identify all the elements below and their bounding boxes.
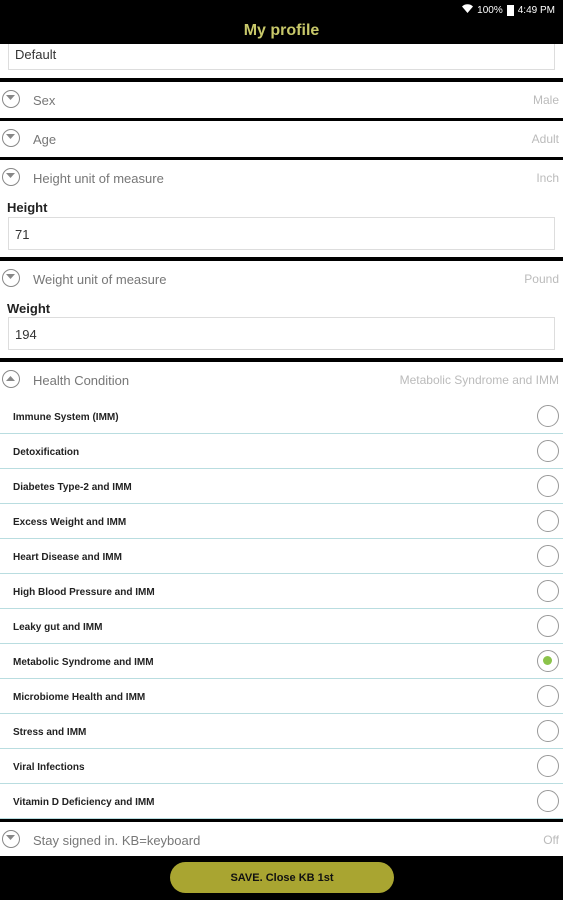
height-label: Height bbox=[7, 200, 48, 215]
battery-icon bbox=[506, 4, 514, 16]
height-card: Height unit of measure Inch Height 71 bbox=[0, 160, 563, 257]
health-option-row[interactable]: Microbiome Health and IMM bbox=[0, 680, 563, 714]
weight-unit-row[interactable]: Weight unit of measure Pound bbox=[0, 261, 563, 299]
radio-button[interactable] bbox=[537, 685, 559, 707]
health-condition-label: Health Condition bbox=[33, 373, 130, 388]
health-option-row[interactable]: Viral Infections bbox=[0, 750, 563, 784]
status-bar: 100% 4:49 PM bbox=[0, 0, 563, 18]
health-option-row[interactable]: Stress and IMM bbox=[0, 715, 563, 749]
radio-button[interactable] bbox=[537, 405, 559, 427]
health-option-label: Diabetes Type-2 and IMM bbox=[13, 482, 132, 493]
health-option-row[interactable]: Metabolic Syndrome and IMM bbox=[0, 645, 563, 679]
health-option-label: Heart Disease and IMM bbox=[13, 552, 122, 563]
health-option-label: High Blood Pressure and IMM bbox=[13, 587, 155, 598]
health-option-row[interactable]: Excess Weight and IMM bbox=[0, 505, 563, 539]
sex-row[interactable]: Sex Male bbox=[0, 82, 563, 118]
health-condition-row[interactable]: Health Condition Metabolic Syndrome and … bbox=[0, 362, 563, 400]
height-unit-value: Inch bbox=[536, 171, 559, 185]
profile-name-field[interactable]: Default bbox=[8, 44, 555, 70]
stay-signed-value: Off bbox=[543, 833, 559, 847]
health-option-label: Microbiome Health and IMM bbox=[13, 692, 146, 703]
health-option-row[interactable]: Heart Disease and IMM bbox=[0, 540, 563, 574]
health-option-row[interactable]: Leaky gut and IMM bbox=[0, 610, 563, 644]
radio-button[interactable] bbox=[537, 545, 559, 567]
height-unit-row[interactable]: Height unit of measure Inch bbox=[0, 160, 563, 198]
weight-input[interactable]: 194 bbox=[8, 317, 555, 350]
age-value: Adult bbox=[531, 132, 559, 146]
health-condition-card: Health Condition Metabolic Syndrome and … bbox=[0, 362, 563, 819]
save-button[interactable]: SAVE. Close KB 1st bbox=[170, 862, 394, 893]
weight-unit-value: Pound bbox=[524, 272, 559, 286]
sex-value: Male bbox=[532, 93, 559, 107]
clock: 4:49 PM bbox=[517, 4, 555, 16]
sex-label: Sex bbox=[33, 93, 56, 108]
health-condition-value: Metabolic Syndrome and IMM bbox=[399, 373, 559, 387]
health-option-row[interactable]: Diabetes Type-2 and IMM bbox=[0, 470, 563, 504]
health-option-label: Leaky gut and IMM bbox=[13, 622, 103, 633]
health-option-row[interactable]: High Blood Pressure and IMM bbox=[0, 575, 563, 609]
radio-button[interactable] bbox=[537, 650, 559, 672]
height-unit-label: Height unit of measure bbox=[33, 171, 164, 186]
health-option-label: Stress and IMM bbox=[13, 727, 87, 738]
battery-percent: 100% bbox=[477, 4, 503, 16]
weight-label: Weight bbox=[7, 301, 51, 316]
profile-name-card: Default bbox=[0, 44, 563, 78]
health-option-label: Immune System (IMM) bbox=[13, 412, 119, 423]
chevron-down-icon[interactable] bbox=[2, 269, 20, 287]
chevron-up-icon[interactable] bbox=[2, 370, 20, 388]
health-option-label: Detoxification bbox=[13, 447, 80, 458]
stay-signed-row[interactable]: Stay signed in. KB=keyboard Off bbox=[0, 822, 563, 856]
wifi-icon bbox=[462, 4, 474, 16]
page-title: My profile bbox=[0, 18, 563, 44]
weight-card: Weight unit of measure Pound Weight 194 bbox=[0, 261, 563, 358]
health-option-label: Viral Infections bbox=[13, 762, 85, 773]
health-option-label: Excess Weight and IMM bbox=[13, 517, 127, 528]
chevron-down-icon[interactable] bbox=[2, 830, 20, 848]
radio-button[interactable] bbox=[537, 720, 559, 742]
health-option-label: Vitamin D Deficiency and IMM bbox=[13, 797, 155, 808]
radio-button[interactable] bbox=[537, 475, 559, 497]
chevron-down-icon[interactable] bbox=[2, 90, 20, 108]
chevron-down-icon[interactable] bbox=[2, 168, 20, 186]
radio-button[interactable] bbox=[537, 580, 559, 602]
height-input[interactable]: 71 bbox=[8, 217, 555, 250]
profile-form: Default Sex Male Age Adult Height unit o… bbox=[0, 44, 563, 856]
stay-signed-label: Stay signed in. KB=keyboard bbox=[33, 833, 201, 848]
age-row[interactable]: Age Adult bbox=[0, 121, 563, 157]
chevron-down-icon[interactable] bbox=[2, 129, 20, 147]
weight-unit-label: Weight unit of measure bbox=[33, 272, 167, 287]
bottom-bar: SAVE. Close KB 1st bbox=[0, 856, 563, 900]
age-label: Age bbox=[33, 132, 57, 147]
radio-button[interactable] bbox=[537, 615, 559, 637]
radio-button[interactable] bbox=[537, 510, 559, 532]
health-option-row[interactable]: Immune System (IMM) bbox=[0, 400, 563, 434]
radio-button[interactable] bbox=[537, 440, 559, 462]
radio-button[interactable] bbox=[537, 790, 559, 812]
health-option-label: Metabolic Syndrome and IMM bbox=[13, 657, 154, 668]
health-option-row[interactable]: Detoxification bbox=[0, 435, 563, 469]
radio-button[interactable] bbox=[537, 755, 559, 777]
health-option-row[interactable]: Vitamin D Deficiency and IMM bbox=[0, 785, 563, 819]
